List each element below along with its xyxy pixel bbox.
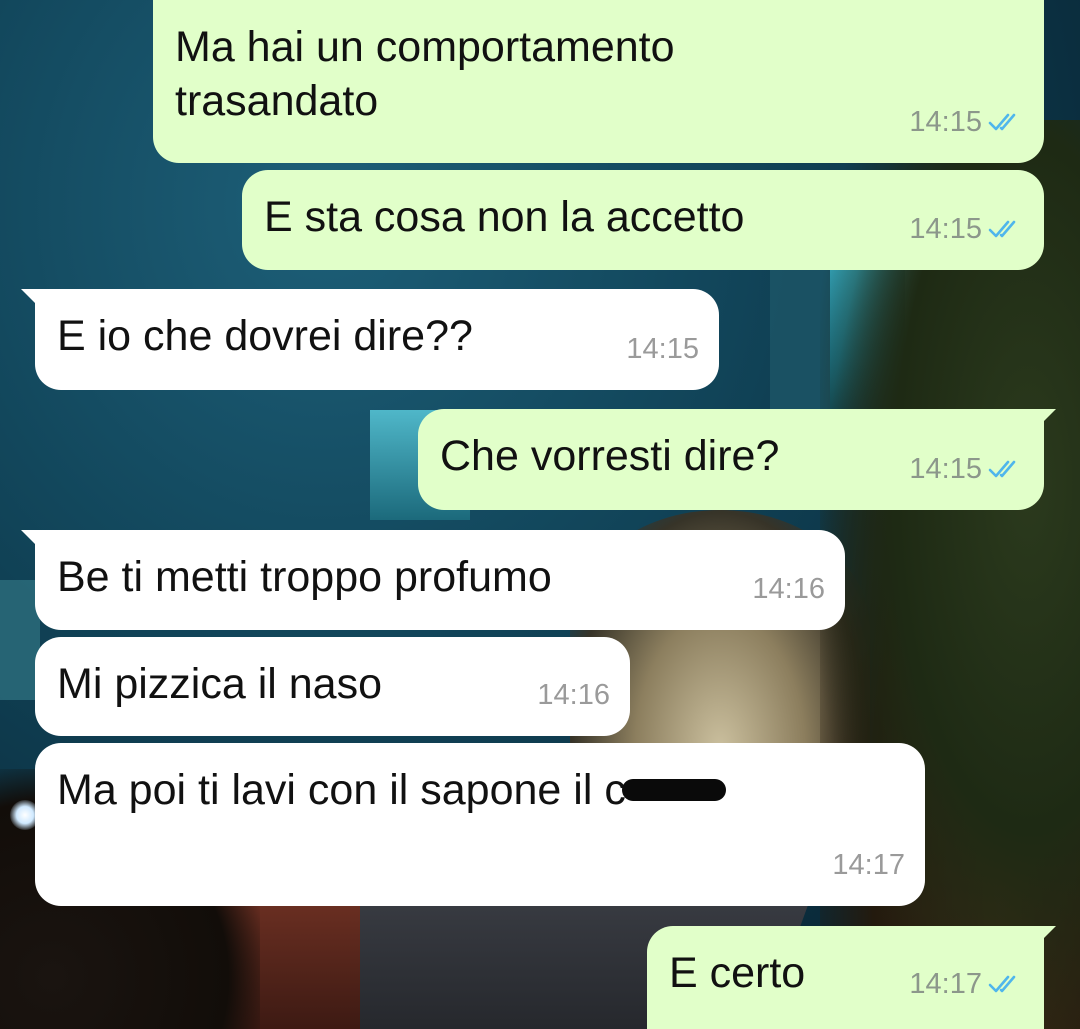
message-time: 14:16 [537, 679, 610, 711]
message-time: 14:15 [626, 333, 699, 365]
message-text: Ma poi ti lavi con il sapone il c [57, 763, 726, 817]
message-meta: 14:15 [909, 95, 1024, 149]
message-meta: 14:17 [909, 957, 1024, 1011]
message-bubble-outgoing[interactable]: Ma hai un comportamento trasandato 14:15 [153, 0, 1044, 163]
message-text: Be ti metti troppo profumo [57, 553, 552, 601]
message-list[interactable]: Ma hai un comportamento trasandato 14:15… [0, 0, 1080, 1029]
read-double-tick-icon [988, 975, 1016, 993]
bubble-tail [1038, 409, 1056, 427]
message-bubble-outgoing[interactable]: E certo 14:17 [647, 926, 1056, 1029]
message-bubble-incoming[interactable]: Ma poi ti lavi con il sapone il c 14:17 [35, 743, 925, 906]
message-text: Che vorresti dire? [440, 432, 780, 480]
message-bubble-incoming[interactable]: Be ti metti troppo profumo 14:16 [21, 530, 845, 630]
message-time: 14:15 [909, 453, 982, 485]
message-bubble-outgoing[interactable]: E sta cosa non la accetto 14:15 [242, 170, 1044, 270]
message-time: 14:17 [832, 849, 905, 881]
message-text: E sta cosa non la accetto [264, 193, 745, 241]
message-time: 14:16 [752, 573, 825, 605]
message-text: E certo [669, 949, 806, 997]
read-double-tick-icon [988, 460, 1016, 478]
redaction-blot [621, 778, 726, 801]
bubble-tail [1038, 926, 1056, 944]
message-time: 14:17 [909, 968, 982, 1000]
message-text: Ma hai un comportamento trasandato [175, 23, 675, 125]
bubble-tail [21, 289, 39, 307]
read-double-tick-icon [988, 220, 1016, 238]
message-text-visible: Ma poi ti lavi con il sapone il c [57, 766, 626, 814]
message-text: E io che dovrei dire?? [57, 312, 473, 360]
message-bubble-incoming[interactable]: Mi pizzica il naso 14:16 [35, 637, 630, 736]
message-meta: 14:16 [752, 562, 825, 616]
message-time: 14:15 [909, 213, 982, 245]
read-double-tick-icon [988, 113, 1016, 131]
message-meta: 14:15 [626, 322, 699, 376]
message-meta: 14:15 [909, 202, 1024, 256]
message-meta: 14:16 [537, 668, 610, 722]
message-meta: 14:17 [832, 838, 905, 892]
message-meta: 14:15 [909, 442, 1024, 496]
message-text: Mi pizzica il naso [57, 660, 382, 708]
bubble-tail [21, 530, 39, 548]
message-time: 14:15 [909, 106, 982, 138]
message-bubble-incoming[interactable]: E io che dovrei dire?? 14:15 [21, 289, 719, 390]
message-bubble-outgoing[interactable]: Che vorresti dire? 14:15 [418, 409, 1056, 510]
